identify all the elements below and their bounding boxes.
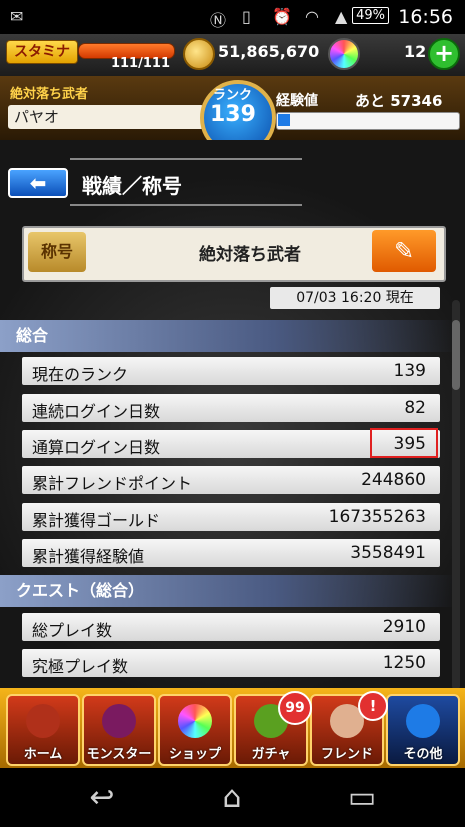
rank-label: ランク (213, 88, 253, 103)
timestamp: 07/03 16:20 現在 (270, 287, 440, 309)
stat-label: 累計フレンドポイント (32, 474, 193, 493)
scrollbar-thumb[interactable] (452, 320, 460, 390)
dragon-icon (26, 704, 60, 738)
menu-other-label: その他 (403, 747, 443, 762)
stat-row: 通算ログイン日数 395 (22, 428, 440, 458)
menu-monster[interactable]: モンスター (82, 694, 156, 766)
stat-row: 究極プレイ数 1250 (22, 649, 440, 677)
stat-label: 連続ログイン日数 (32, 402, 161, 421)
stat-label: 総プレイ数 (32, 621, 113, 640)
exp-bar (276, 112, 460, 130)
stat-value: 244860 (361, 470, 426, 490)
menu-monster-label: モンスター (86, 747, 152, 762)
stat-value: 3558491 (350, 543, 426, 563)
nav-back-button[interactable]: ↩ (72, 780, 132, 815)
stat-label: 通算ログイン日数 (32, 438, 161, 457)
menu-shop[interactable]: ショップ (158, 694, 232, 766)
back-button[interactable]: ⬅ (8, 168, 68, 198)
wifi-icon: ◠ (305, 7, 319, 26)
nav-recent-button[interactable]: ▭ (332, 780, 392, 815)
current-title: 絶対落ち武者 (199, 245, 301, 265)
gold-amount: 51,865,670 (218, 42, 320, 61)
clock: 16:56 (398, 6, 453, 28)
stamina-label: スタミナ (6, 40, 78, 64)
signal-icon: ▲ (335, 7, 348, 26)
exp-label: 経験値 (276, 93, 318, 109)
stat-row: 現在のランク 139 (22, 357, 440, 385)
menu-gacha-label: ガチャ (251, 747, 291, 762)
stamina-value: 111/111 (110, 56, 170, 71)
title-badge-icon: 称号 (28, 232, 86, 272)
stat-label: 現在のランク (32, 365, 129, 384)
menu-home-label: ホーム (23, 747, 63, 762)
section-heading: クエスト（総合） (0, 575, 456, 607)
orb-count: 12 (404, 42, 427, 61)
highlight-box (370, 428, 438, 458)
stat-value: 82 (404, 398, 426, 418)
section-heading: 総合 (0, 320, 456, 352)
exp-remaining: あと 57346 (355, 92, 443, 110)
stat-value: 167355263 (328, 507, 426, 527)
player-name: パヤオ (8, 105, 204, 129)
nav-home-button[interactable]: ⌂ (202, 780, 262, 815)
menu-friend-label: フレンド (320, 747, 373, 762)
menu-home[interactable]: ホーム (6, 694, 80, 766)
monster-icon (102, 704, 136, 738)
add-orb-button[interactable]: + (428, 38, 460, 70)
page-title: 戦績／称号 (82, 174, 182, 198)
menu-shop-label: ショップ (168, 747, 221, 762)
alarm-icon: ⏰ (272, 7, 292, 26)
stat-value: 1250 (382, 653, 426, 673)
status-bar: ✉ Ⓝ ▯ ⏰ ◠ ▲ 49% 16:56 (0, 0, 465, 34)
friend-alert-badge: ! (358, 691, 388, 721)
player-title: 絶対落ち武者 (10, 87, 89, 102)
gacha-badge: 99 (278, 691, 312, 725)
stat-row: 総プレイ数 2910 (22, 613, 440, 641)
gold-coin-icon (183, 38, 215, 70)
vibrate-icon: ▯ (242, 7, 251, 26)
stat-row: 累計フレンドポイント 244860 (22, 466, 440, 494)
stat-label: 累計獲得経験値 (32, 547, 145, 566)
stat-label: 累計獲得ゴールド (32, 511, 161, 530)
stat-row: 累計獲得経験値 3558491 (22, 539, 440, 567)
orb-icon (178, 704, 212, 738)
mail-icon: ✉ (10, 7, 24, 26)
rank-value: 139 (210, 102, 256, 127)
battery-indicator: 49% (352, 7, 389, 24)
stat-label: 究極プレイ数 (32, 657, 129, 676)
exp-bar-fill (278, 114, 290, 126)
stat-value: 2910 (382, 617, 426, 637)
radar-icon (406, 704, 440, 738)
stat-row: 連続ログイン日数 82 (22, 394, 440, 422)
orb-icon (328, 38, 360, 70)
stat-row: 累計獲得ゴールド 167355263 (22, 503, 440, 531)
resource-bar: スタミナ 111/111 51,865,670 12 + (0, 34, 465, 76)
menu-other[interactable]: その他 (386, 694, 460, 766)
stat-value: 139 (393, 361, 426, 381)
edit-title-button[interactable]: ✎ (372, 230, 436, 272)
nfc-icon: Ⓝ (210, 11, 227, 30)
